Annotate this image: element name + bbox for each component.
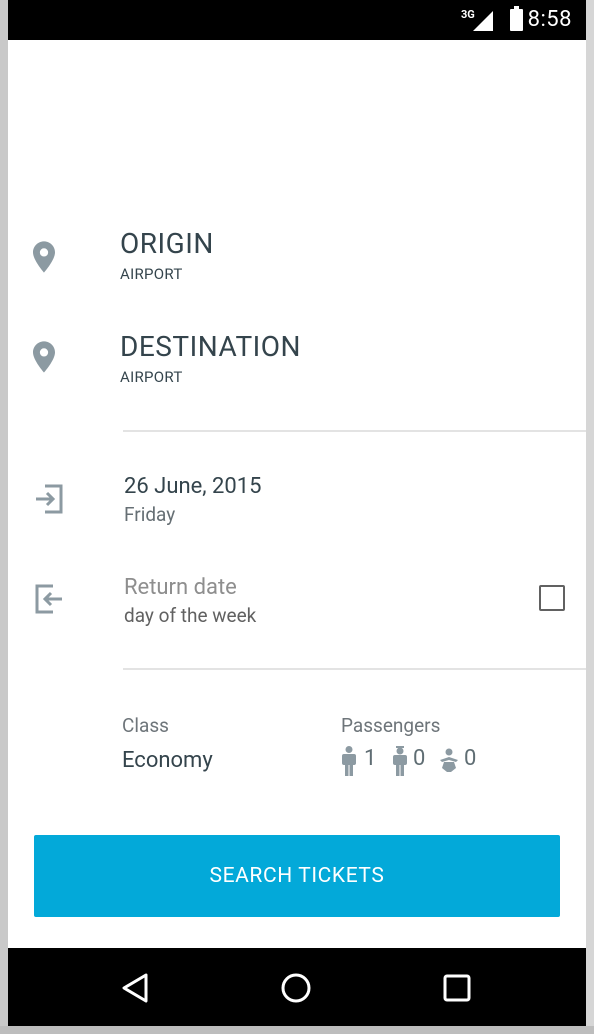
battery-icon	[510, 6, 523, 31]
destination-row[interactable]: DESTINATION AIRPORT	[8, 323, 586, 398]
return-icon	[35, 584, 62, 614]
class-label: Class	[122, 714, 169, 737]
recent-apps-icon[interactable]	[442, 973, 472, 1003]
location-pin-icon	[33, 241, 55, 273]
origin-title: ORIGIN	[120, 227, 214, 260]
infants-count: 0	[464, 746, 477, 771]
divider	[123, 430, 586, 432]
status-bar: 3G 8:58	[8, 0, 586, 40]
departure-date-row[interactable]: 26 June, 2015 Friday	[8, 460, 586, 535]
adults-count: 1	[364, 746, 377, 771]
destination-title: DESTINATION	[120, 330, 302, 363]
origin-subtitle: AIRPORT	[120, 265, 183, 283]
return-weekday: day of the week	[124, 604, 257, 627]
return-checkbox[interactable]	[539, 585, 565, 611]
divider	[123, 668, 586, 670]
departure-icon	[36, 484, 63, 514]
search-tickets-button[interactable]: SEARCH TICKETS	[34, 835, 560, 917]
children-count: 0	[413, 746, 426, 771]
return-date-row[interactable]: Return date day of the week	[8, 560, 508, 635]
infant-icon	[440, 748, 458, 772]
departure-weekday: Friday	[124, 503, 176, 526]
status-time: 8:58	[527, 7, 572, 32]
signal-icon	[473, 11, 493, 31]
device-frame-bottom	[0, 1026, 594, 1034]
navigation-bar	[8, 948, 586, 1026]
class-value: Economy	[122, 748, 213, 773]
class-selector[interactable]: Class Economy	[118, 710, 318, 780]
passengers-label: Passengers	[341, 714, 441, 737]
passengers-selector[interactable]: Passengers 1 0 0	[338, 710, 538, 780]
departure-date: 26 June, 2015	[124, 474, 262, 499]
location-pin-icon	[33, 341, 55, 373]
device-frame-right	[586, 0, 594, 1034]
child-icon	[393, 746, 407, 776]
search-form-screen: ORIGIN AIRPORT DESTINATION AIRPORT 26 Ju…	[8, 40, 586, 948]
device-frame-left	[0, 0, 8, 1034]
adult-icon	[342, 746, 356, 776]
destination-subtitle: AIRPORT	[120, 368, 183, 386]
back-icon[interactable]	[120, 972, 152, 1004]
origin-row[interactable]: ORIGIN AIRPORT	[8, 220, 586, 295]
return-date: Return date	[124, 575, 237, 600]
home-icon[interactable]	[280, 972, 312, 1004]
